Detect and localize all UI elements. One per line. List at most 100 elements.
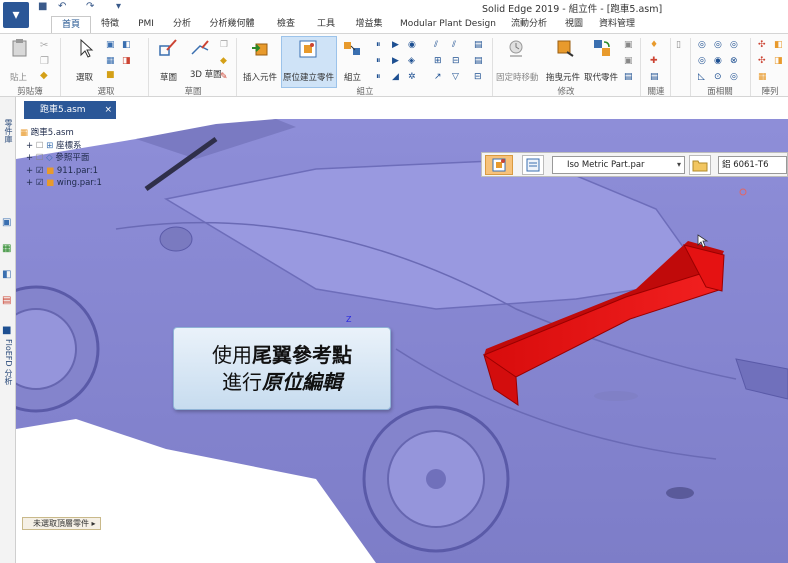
mirror-icon[interactable]: ◧	[774, 40, 784, 50]
gear-relation-icon[interactable]: ✲	[408, 72, 418, 82]
save-icon[interactable]: ■	[38, 1, 47, 12]
template-dropdown[interactable]: Iso Metric Part.par ▾	[552, 156, 685, 174]
checkbox-checked-icon[interactable]: ☑	[36, 166, 44, 176]
pattern-3-icon[interactable]: ◨	[774, 56, 784, 66]
relate-icon[interactable]: ♦	[650, 40, 660, 50]
tab-features[interactable]: 特徵	[94, 16, 126, 33]
assemble-icon[interactable]	[342, 38, 362, 58]
document-tab[interactable]: 跑車5.asm ×	[24, 101, 116, 119]
app-menu-button[interactable]: ▾	[3, 2, 29, 28]
panel-icon-3[interactable]: ◧	[2, 269, 12, 280]
face-relate-3-icon[interactable]: ◺	[698, 72, 708, 82]
modify-option-3-icon[interactable]: ▤	[624, 72, 634, 82]
face-relate-5-icon[interactable]: ◉	[714, 56, 724, 66]
drag-component-icon[interactable]	[555, 38, 575, 58]
connect-icon[interactable]: ▶	[392, 56, 402, 66]
create-in-place-icon[interactable]	[298, 39, 318, 59]
ground-icon[interactable]: ⊟	[452, 56, 462, 66]
floefd-tab[interactable]: FloEFD 分析	[3, 339, 14, 385]
material-field[interactable]: 鋁 6061-T6	[718, 156, 787, 174]
tree-item-911-part[interactable]: + ☑ ■ 911.par:1	[26, 165, 98, 177]
qat-customize-icon[interactable]: ▾	[116, 1, 121, 12]
select-window-icon[interactable]: ▦	[106, 56, 116, 66]
face-relate-4-icon[interactable]: ◎	[714, 40, 724, 50]
tree-item-coordinate-systems[interactable]: + ☐ ⊞ 座標系	[26, 140, 82, 152]
sketch-plane-icon[interactable]: ◆	[220, 56, 230, 66]
checkbox-checked-icon[interactable]: ☑	[36, 178, 44, 188]
expand-icon[interactable]: +	[26, 166, 33, 176]
redo-icon[interactable]: ↷	[86, 1, 94, 12]
browse-folder-button[interactable]	[689, 155, 711, 175]
select-tool-icon[interactable]: ◧	[122, 40, 132, 50]
parallel-icon[interactable]: ⫽	[434, 40, 444, 50]
parts-library-tab[interactable]: 零件庫	[3, 119, 14, 143]
select-arrow-icon[interactable]	[76, 38, 96, 58]
checkbox-icon[interactable]: ☐	[36, 141, 44, 151]
close-icon[interactable]: ×	[104, 101, 112, 119]
toggle-icon[interactable]: ▯	[676, 40, 686, 50]
path-icon[interactable]: ↗	[434, 72, 444, 82]
face-relate-6-icon[interactable]: ⊙	[714, 72, 724, 82]
rigid-set-icon[interactable]: ⫽	[452, 40, 462, 50]
floefd-icon[interactable]: ■	[2, 325, 12, 336]
select-group-icon[interactable]: ■	[106, 70, 116, 80]
mate-icon[interactable]: ⏸	[376, 40, 386, 50]
tab-analysis-geometry[interactable]: 分析幾何體	[202, 16, 262, 33]
properties-button[interactable]	[522, 155, 544, 175]
undo-icon[interactable]: ↶	[58, 1, 66, 12]
tab-tools[interactable]: 工具	[310, 16, 342, 33]
tab-view[interactable]: 視圖	[560, 16, 588, 33]
cut-icon[interactable]: ✂	[40, 40, 50, 51]
pattern-icon[interactable]: ✣	[758, 40, 768, 50]
insert-component-icon[interactable]	[250, 38, 270, 58]
graphics-viewport[interactable]: Z	[16, 119, 788, 563]
face-relate-9-icon[interactable]: ◎	[730, 72, 740, 82]
expand-icon[interactable]: +	[26, 141, 33, 151]
sketch-icon[interactable]	[158, 38, 178, 58]
tab-addins[interactable]: 增益集	[348, 16, 390, 33]
pattern-2-icon[interactable]: ✣	[758, 56, 768, 66]
face-relate-7-icon[interactable]: ◎	[730, 40, 740, 50]
pattern-4-icon[interactable]: ▦	[758, 72, 768, 82]
planar-align-icon[interactable]: ⏸	[376, 56, 386, 66]
insert-relationship-icon[interactable]: ▶	[392, 40, 402, 50]
angle-icon[interactable]: ◢	[392, 72, 402, 82]
tree-root[interactable]: ▦ 跑車5.asm	[20, 127, 74, 139]
relate-2-icon[interactable]: ✚	[650, 56, 660, 66]
face-relate-icon[interactable]: ◎	[698, 40, 708, 50]
format-painter-icon[interactable]: ◆	[40, 70, 50, 81]
flash-fit-icon[interactable]: ⊟	[474, 72, 484, 82]
tab-analysis[interactable]: 分析	[166, 16, 198, 33]
tab-data-management[interactable]: 資料管理	[592, 16, 642, 33]
center-plane-icon[interactable]: ▽	[452, 72, 462, 82]
tab-modular-plant-design[interactable]: Modular Plant Design	[398, 16, 498, 33]
tab-flow-analysis[interactable]: 流動分析	[504, 16, 554, 33]
paste-icon[interactable]	[10, 38, 30, 58]
options-button[interactable]	[485, 155, 513, 175]
panel-icon-1[interactable]: ▣	[2, 217, 12, 228]
tab-pmi[interactable]: PMI	[130, 16, 162, 33]
tab-home[interactable]: 首頁	[51, 16, 91, 33]
tangent-icon[interactable]: ◉	[408, 40, 418, 50]
cam-icon[interactable]: ◈	[408, 56, 418, 66]
fixed-time-move-icon[interactable]	[506, 38, 526, 58]
expand-icon[interactable]: +	[26, 153, 33, 163]
relation-manager-icon[interactable]: ▤	[474, 40, 484, 50]
face-relate-2-icon[interactable]: ◎	[698, 56, 708, 66]
relate-3-icon[interactable]: ▤	[650, 72, 660, 82]
tree-item-wing-part[interactable]: + ☑ ■ wing.par:1	[26, 177, 102, 189]
modify-option-icon[interactable]: ▣	[624, 40, 634, 50]
expand-icon[interactable]: +	[26, 178, 33, 188]
copy-icon[interactable]: ❐	[40, 56, 50, 67]
panel-icon-4[interactable]: ▤	[2, 295, 12, 306]
tab-inspect[interactable]: 檢查	[270, 16, 302, 33]
face-relate-8-icon[interactable]: ⊗	[730, 56, 740, 66]
sketch-3d-icon[interactable]	[190, 38, 210, 58]
axial-align-icon[interactable]: ⏸	[376, 72, 386, 82]
replace-part-icon[interactable]	[592, 38, 612, 58]
sketch-edit-icon[interactable]: ✎	[220, 72, 230, 82]
checkbox-icon[interactable]: ☐	[36, 153, 44, 163]
tree-item-reference-planes[interactable]: + ☐ ◇ 參照平面	[26, 152, 89, 164]
status-chip[interactable]: 未選取頂層零件 ▸	[22, 517, 101, 530]
sketch-copy-icon[interactable]: ❐	[220, 40, 230, 50]
